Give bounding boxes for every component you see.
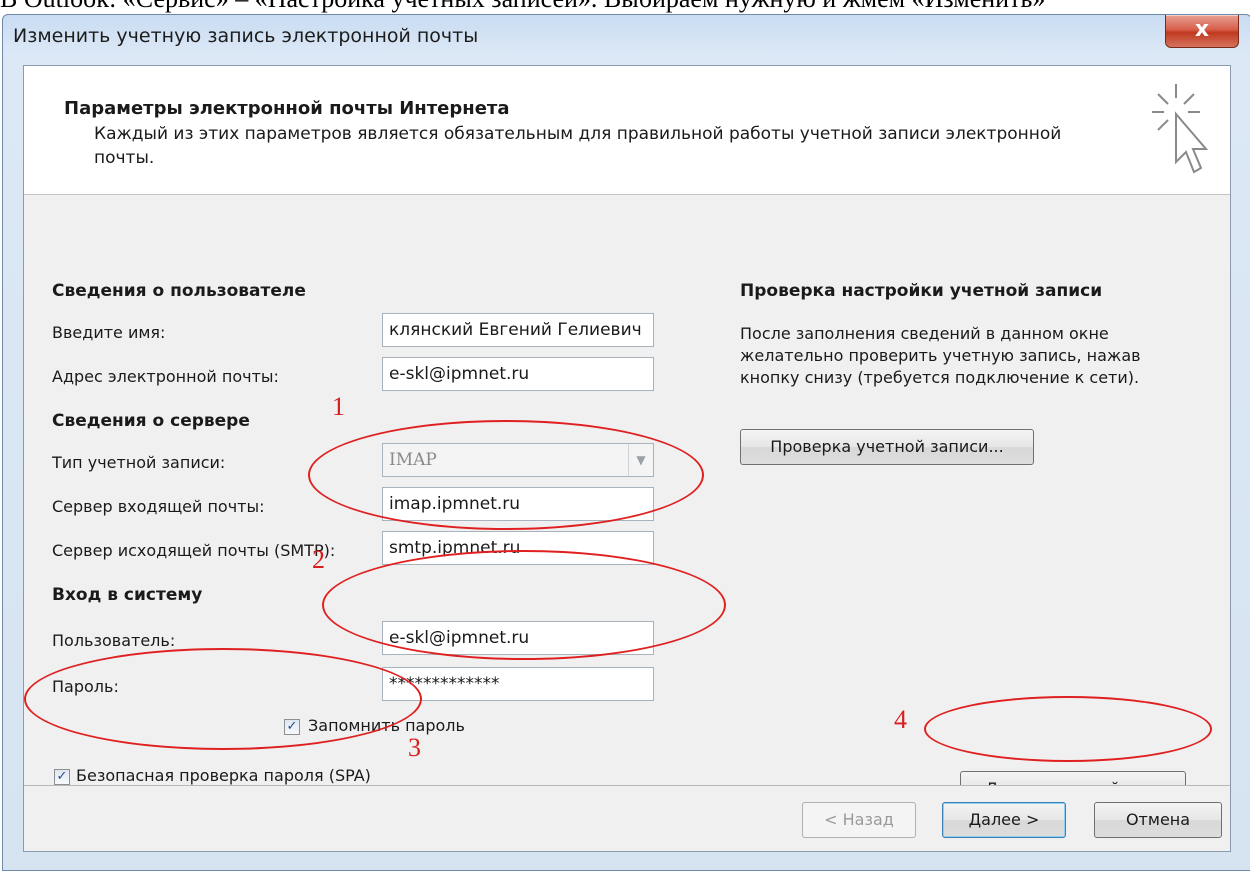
- cancel-button[interactable]: Отмена: [1094, 802, 1222, 838]
- email-label: Адрес электронной почты:: [52, 367, 279, 386]
- email-input[interactable]: e-skl@ipmnet.ru: [382, 357, 654, 391]
- annotation-number-2: 2: [312, 545, 325, 574]
- user-label: Пользователь:: [52, 631, 176, 650]
- name-label: Введите имя:: [52, 323, 166, 342]
- window-title: Изменить учетную запись электронной почт…: [13, 25, 479, 47]
- test-settings-description: После заполнения сведений в данном окне …: [740, 324, 1141, 387]
- wizard-cursor-icon: [1152, 84, 1209, 174]
- password-input[interactable]: *************: [382, 667, 654, 701]
- header-title: Параметры электронной почты Интернета: [64, 98, 510, 119]
- test-account-button[interactable]: Проверка учетной записи...: [740, 429, 1034, 465]
- annotation-ellipse-login: [322, 550, 726, 660]
- test-settings-title: Проверка настройки учетной записи: [740, 281, 1103, 301]
- close-icon: x: [1194, 17, 1210, 42]
- document-top-text: В Outlook: «Сервис» – «Настройка учетных…: [0, 0, 1250, 14]
- close-button[interactable]: x: [1165, 15, 1239, 48]
- next-button[interactable]: Далее >: [942, 802, 1066, 838]
- header-description: Каждый из этих параметров является обяза…: [94, 124, 1062, 168]
- login-title: Вход в систему: [52, 585, 203, 605]
- annotation-number-3: 3: [408, 733, 421, 762]
- incoming-server-label: Сервер входящей почты:: [52, 497, 265, 516]
- outgoing-server-label: Сервер исходящей почты (SMTP):: [52, 541, 336, 560]
- title-bar[interactable]: Изменить учетную запись электронной почт…: [3, 15, 1250, 59]
- annotation-ellipse-more-settings: [924, 696, 1212, 762]
- annotation-number-1: 1: [332, 392, 345, 421]
- spa-label[interactable]: Безопасная проверка пароля (SPA): [76, 766, 371, 785]
- spa-checkbox[interactable]: ✓: [54, 769, 70, 785]
- dialog-header: Параметры электронной почты Интернета Ка…: [24, 66, 1230, 195]
- name-input[interactable]: клянский Евгений Гелиевич: [382, 313, 654, 347]
- annotation-ellipse-spa: [24, 648, 422, 750]
- annotation-ellipse-server: [308, 420, 704, 530]
- annotation-number-4: 4: [894, 705, 907, 734]
- account-type-label: Тип учетной записи:: [52, 453, 226, 472]
- server-info-title: Сведения о сервере: [52, 411, 250, 431]
- dialog-footer: < Назад Далее > Отмена: [24, 786, 1230, 851]
- user-info-title: Сведения о пользователе: [52, 281, 306, 301]
- back-button[interactable]: < Назад: [802, 802, 916, 838]
